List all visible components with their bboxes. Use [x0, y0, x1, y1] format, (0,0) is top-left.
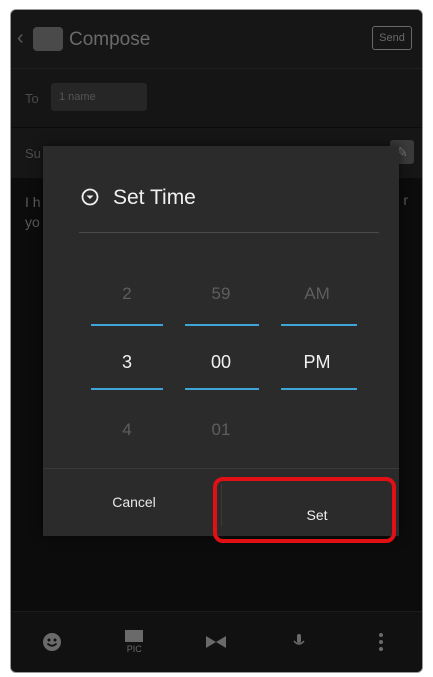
title-divider — [79, 232, 379, 233]
ampm-selected[interactable]: PM — [281, 352, 353, 373]
hour-next[interactable]: 4 — [91, 420, 163, 440]
sticker-icon[interactable] — [198, 624, 234, 660]
back-icon[interactable]: ‹ — [17, 27, 24, 50]
send-button[interactable]: Send — [372, 26, 412, 50]
message-body[interactable]: I h yo — [25, 192, 41, 232]
hour-prev[interactable]: 2 — [91, 284, 163, 304]
microphone-icon[interactable] — [281, 624, 317, 660]
cancel-button[interactable]: Cancel — [79, 494, 189, 510]
minute-prev[interactable]: 59 — [185, 284, 257, 304]
hour-top-line — [91, 324, 163, 326]
clock-dropdown-icon — [81, 188, 99, 206]
message-body-right: r — [403, 192, 408, 208]
set-button-highlight — [213, 477, 396, 543]
to-label: To — [25, 91, 39, 106]
bottom-toolbar: PIC — [11, 611, 422, 672]
picture-icon[interactable]: PIC — [116, 624, 152, 660]
to-row: To 1 name — [11, 68, 422, 127]
more-options-icon[interactable] — [363, 624, 399, 660]
ampm-top-line — [281, 324, 357, 326]
minute-next[interactable]: 01 — [185, 420, 257, 440]
hour-selected[interactable]: 3 — [91, 352, 163, 373]
button-divider — [43, 468, 399, 469]
subject-field[interactable]: Su — [25, 146, 41, 161]
ampm-prev[interactable]: AM — [281, 284, 353, 304]
recipient-chip[interactable]: 1 name — [51, 83, 147, 111]
minute-bottom-line — [185, 388, 259, 390]
minute-selected[interactable]: 00 — [185, 352, 257, 373]
minute-top-line — [185, 324, 259, 326]
dialog-title: Set Time — [113, 186, 196, 209]
emoji-icon[interactable] — [34, 624, 70, 660]
hour-bottom-line — [91, 388, 163, 390]
mail-app-icon — [33, 27, 63, 51]
phone-screen: ‹ Compose Send To 1 name Su ✎ I h yo r P… — [10, 9, 423, 673]
ampm-bottom-line — [281, 388, 357, 390]
app-bar: ‹ Compose Send — [11, 10, 422, 68]
app-title: Compose — [69, 29, 151, 50]
